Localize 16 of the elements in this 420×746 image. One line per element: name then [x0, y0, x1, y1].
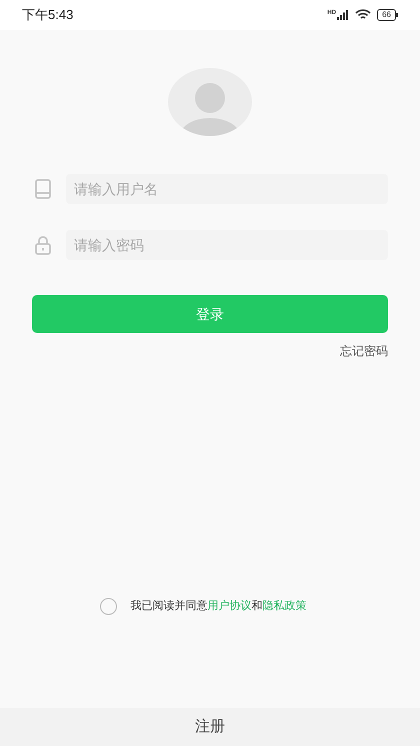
signal-icon — [337, 10, 350, 20]
agreement-text: 我已阅读并同意用户协议和隐私政策 — [130, 598, 306, 614]
input-field[interactable]: 请输入用户名 — [66, 174, 388, 204]
login-button[interactable]: 登录 — [32, 295, 388, 333]
forgot-password-link[interactable]: 忘记密码 — [340, 342, 388, 360]
input-field[interactable]: 请输入密码 — [66, 230, 388, 260]
register-button[interactable]: 注册 — [0, 708, 420, 746]
wifi-icon — [355, 9, 372, 21]
privacy-policy-link[interactable]: 隐私政策 — [262, 600, 306, 612]
avatar[interactable] — [168, 68, 252, 136]
user-agreement-link[interactable]: 用户协议 — [208, 600, 252, 612]
battery-indicator: 66 — [377, 9, 396, 21]
status-time: 下午5:43 — [22, 6, 74, 24]
lock-icon — [35, 235, 51, 255]
agreement-checkbox[interactable] — [100, 598, 116, 615]
phone-icon — [35, 179, 51, 199]
